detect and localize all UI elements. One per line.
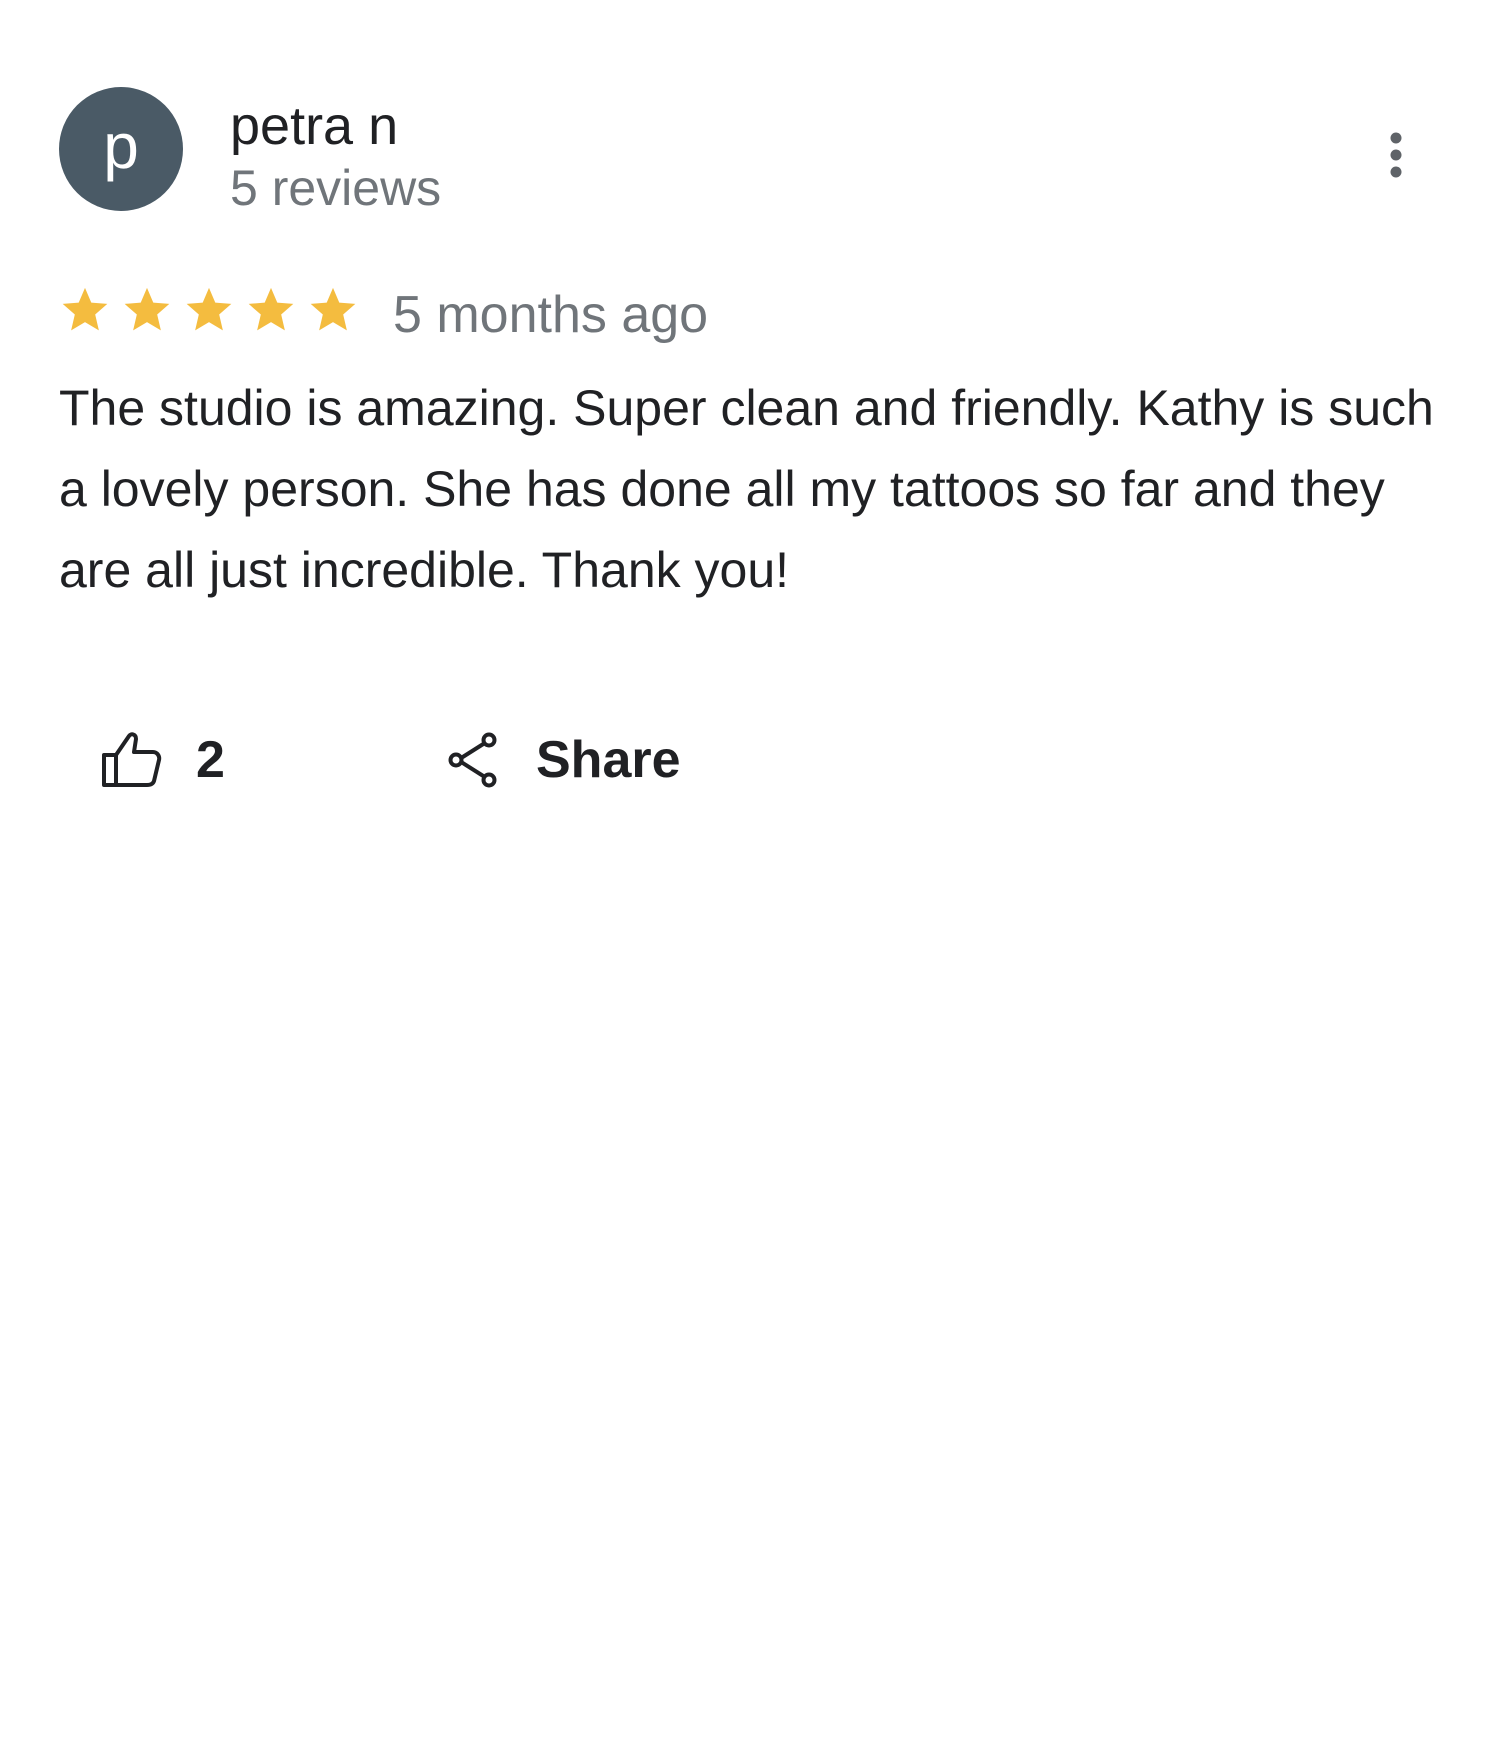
share-label: Share	[536, 731, 681, 789]
review-text: The studio is amazing. Super clean and f…	[59, 380, 1434, 598]
share-button[interactable]: Share	[448, 720, 681, 800]
star-icon	[248, 287, 294, 331]
thumbs-up-icon	[100, 731, 162, 789]
avatar[interactable]: p	[59, 87, 183, 211]
star-icon	[310, 287, 356, 331]
like-count: 2	[196, 731, 225, 789]
review-actions: 2 Share	[100, 720, 800, 800]
reviewer-name[interactable]: petra n	[230, 94, 398, 158]
star-rating	[59, 284, 369, 336]
star-icon	[62, 287, 108, 331]
like-button[interactable]: 2	[100, 720, 225, 800]
star-icon	[186, 287, 232, 331]
more-vert-icon	[1389, 131, 1403, 179]
review-card: p petra n 5 reviews 5 months ago The stu…	[0, 0, 1501, 1754]
star-icon	[124, 287, 170, 331]
review-date: 5 months ago	[393, 286, 709, 344]
avatar-letter: p	[103, 110, 139, 182]
more-options-button[interactable]	[1370, 120, 1422, 190]
share-icon	[448, 732, 500, 788]
reviewer-review-count[interactable]: 5 reviews	[230, 158, 441, 218]
